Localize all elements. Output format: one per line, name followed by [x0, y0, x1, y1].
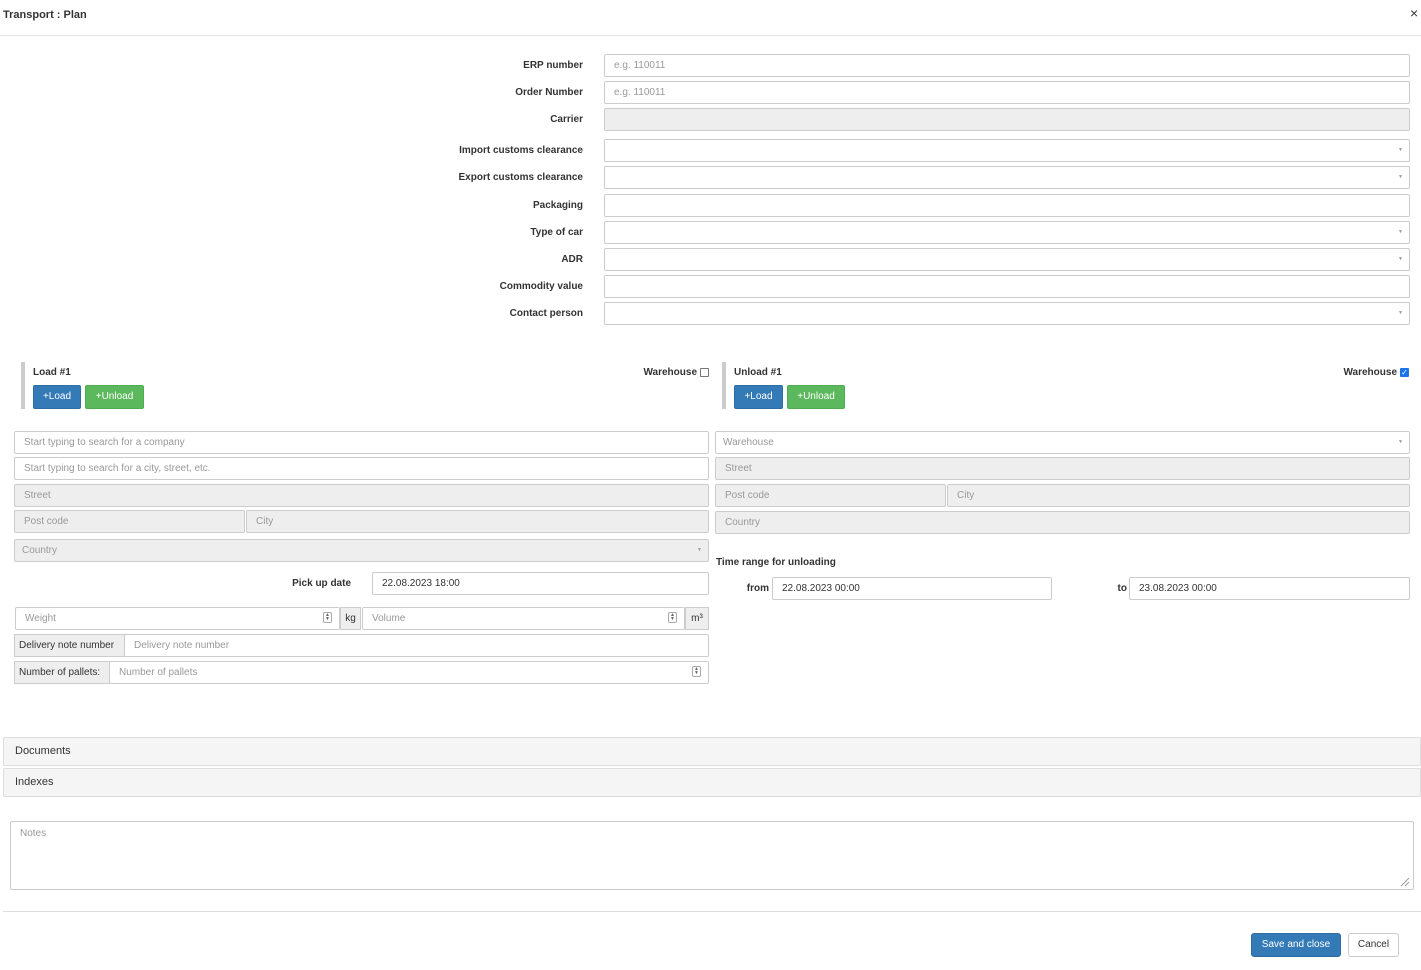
- save-and-close-button[interactable]: Save and close: [1251, 933, 1341, 957]
- unload-add-load-button[interactable]: +Load: [734, 385, 783, 409]
- pickup-date-input[interactable]: [372, 572, 709, 595]
- load-postcode-field: [14, 510, 245, 533]
- unload-street-field: [715, 457, 1410, 480]
- delivery-note-input[interactable]: [124, 634, 709, 657]
- load-country-placeholder: Country: [22, 545, 58, 556]
- warehouse-placeholder: Warehouse: [723, 437, 774, 448]
- unload-postcode-field: [715, 484, 946, 507]
- load-city-field: [246, 510, 709, 533]
- unload-add-unload-button[interactable]: +Unload: [787, 385, 845, 409]
- weight-spinner-icon[interactable]: ▲ ▼: [323, 612, 332, 623]
- load-warehouse-checkbox[interactable]: [700, 368, 709, 377]
- adr-label: ADR: [561, 254, 583, 265]
- pickup-date-label: Pick up date: [292, 578, 351, 589]
- company-search-input[interactable]: [14, 431, 709, 454]
- cancel-button[interactable]: Cancel: [1348, 933, 1399, 957]
- chevron-down-icon: ▼: [1398, 147, 1403, 153]
- warehouse-select[interactable]: Warehouse ▼: [715, 431, 1410, 454]
- adr-select[interactable]: ▼: [604, 248, 1410, 271]
- chevron-down-icon: ▼: [1398, 439, 1403, 445]
- volume-input[interactable]: [362, 607, 685, 630]
- dialog-title: Transport : Plan: [3, 9, 87, 21]
- load-title: Load #1: [33, 367, 71, 378]
- import-customs-label: Import customs clearance: [459, 145, 583, 156]
- order-number-label: Order Number: [515, 87, 583, 98]
- resize-handle-icon[interactable]: [1398, 875, 1410, 887]
- chevron-down-icon: ▼: [1398, 310, 1403, 316]
- pallets-input[interactable]: [109, 661, 709, 684]
- unload-segment-bar: [722, 362, 726, 409]
- packaging-label: Packaging: [532, 200, 583, 211]
- erp-number-input[interactable]: [604, 54, 1410, 77]
- volume-wrap: ▲▼: [362, 607, 685, 630]
- order-number-input[interactable]: [604, 81, 1410, 104]
- volume-unit: m³: [685, 607, 709, 630]
- commodity-value-label: Commodity value: [499, 281, 583, 292]
- unload-warehouse-label: Warehouse: [1343, 367, 1397, 378]
- type-of-car-label: Type of car: [530, 227, 583, 238]
- documents-panel[interactable]: Documents: [3, 737, 1421, 766]
- packaging-input[interactable]: [604, 194, 1410, 217]
- contact-person-select[interactable]: ▼: [604, 302, 1410, 325]
- notes-textarea[interactable]: Notes: [10, 821, 1414, 890]
- export-customs-select[interactable]: ▼: [604, 166, 1410, 189]
- load-segment-bar: [21, 362, 25, 409]
- load-warehouse-label: Warehouse: [643, 367, 697, 378]
- carrier-field: [604, 108, 1410, 131]
- erp-number-label: ERP number: [523, 60, 583, 71]
- load-add-load-button[interactable]: +Load: [33, 385, 81, 409]
- chevron-down-icon: ▼: [1398, 256, 1403, 262]
- type-of-car-select[interactable]: ▼: [604, 221, 1410, 244]
- footer-divider: [3, 911, 1421, 912]
- load-street-field: [14, 484, 709, 507]
- to-label: to: [1117, 583, 1127, 594]
- header-divider: [0, 35, 1421, 36]
- chevron-down-icon: ▼: [1398, 229, 1403, 235]
- pallets-spinner-icon[interactable]: ▲ ▼: [692, 666, 701, 677]
- pallets-wrap: ▲▼: [109, 661, 709, 684]
- chevron-down-icon: ▼: [1398, 174, 1403, 180]
- weight-input[interactable]: [15, 607, 340, 630]
- unload-country-field: [715, 511, 1410, 534]
- from-label: from: [746, 583, 769, 594]
- volume-spinner-icon[interactable]: ▲ ▼: [668, 612, 677, 623]
- weight-wrap: ▲▼: [15, 607, 340, 630]
- unload-warehouse-checkbox[interactable]: ✓: [1400, 368, 1409, 377]
- time-range-label: Time range for unloading: [716, 557, 836, 568]
- chevron-down-icon: ▼: [697, 547, 702, 553]
- address-search-input[interactable]: [14, 457, 709, 480]
- from-date-input[interactable]: [772, 577, 1052, 600]
- load-add-unload-button[interactable]: +Unload: [85, 385, 144, 409]
- indexes-panel[interactable]: Indexes: [3, 768, 1421, 797]
- to-date-input[interactable]: [1129, 577, 1410, 600]
- import-customs-select[interactable]: ▼: [604, 139, 1410, 162]
- export-customs-label: Export customs clearance: [458, 172, 584, 183]
- carrier-label: Carrier: [550, 114, 583, 125]
- unload-city-field: [947, 484, 1410, 507]
- commodity-value-input[interactable]: [604, 275, 1410, 298]
- pallets-label: Number of pallets:: [14, 661, 110, 684]
- delivery-note-label: Delivery note number: [14, 634, 125, 657]
- load-country-select: Country ▼: [14, 539, 709, 562]
- unload-title: Unload #1: [734, 367, 782, 378]
- weight-unit: kg: [340, 607, 361, 630]
- close-icon[interactable]: ×: [1410, 6, 1418, 20]
- contact-person-label: Contact person: [509, 308, 583, 319]
- notes-placeholder: Notes: [20, 828, 47, 839]
